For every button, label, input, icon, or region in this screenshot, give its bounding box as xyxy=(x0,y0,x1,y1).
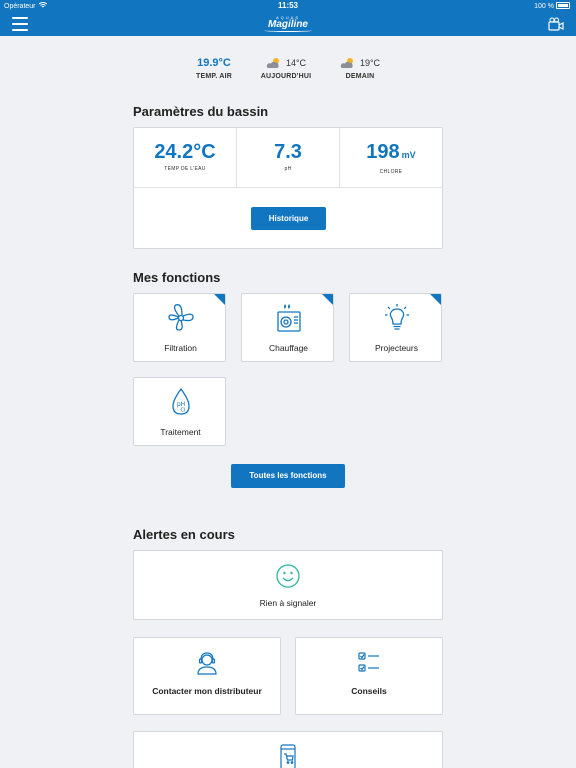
today-temp-value: 14°C xyxy=(285,58,307,68)
status-bar: Opérateur 11:53 100 % xyxy=(0,0,576,12)
tomorrow-temp-value: 19°C xyxy=(359,58,381,68)
contact-distributor-label: Contacter mon distributeur xyxy=(152,686,262,696)
svg-text:Cl: Cl xyxy=(180,408,185,414)
ph-drop-icon: pH Cl xyxy=(171,387,190,415)
alert-status-text: Rien à signaler xyxy=(259,598,317,608)
tomorrow-label: DEMAIN xyxy=(345,73,375,80)
alerts-section-title: Alertes en cours xyxy=(133,527,235,542)
magiline-logo: AQUAS Magiline xyxy=(258,15,318,33)
chlorine-level: 198 mV CHLORE xyxy=(340,128,442,187)
water-temp-value: 24.2°C xyxy=(154,141,216,163)
alert-status-card: Rien à signaler xyxy=(133,550,443,620)
shop-card[interactable] xyxy=(133,731,443,768)
water-temp-label: TEMP DE L'EAU xyxy=(164,166,206,172)
smiley-icon xyxy=(276,564,300,588)
heater-icon xyxy=(276,304,301,332)
air-temp-value: 19.9°C xyxy=(197,57,231,69)
lightbulb-icon xyxy=(384,304,409,330)
water-temperature: 24.2°C TEMP DE L'EAU xyxy=(134,128,237,187)
support-agent-icon xyxy=(197,652,217,675)
navigation-bar: AQUAS Magiline xyxy=(0,12,576,36)
all-functions-button[interactable]: Toutes les fonctions xyxy=(231,464,345,488)
chlorine-label: CHLORE xyxy=(379,169,403,175)
projecteurs-label: Projecteurs xyxy=(375,343,418,353)
partly-cloudy-icon xyxy=(266,58,279,68)
chlorine-value: 198 mV xyxy=(366,141,416,163)
battery-icon xyxy=(556,2,570,9)
checklist-icon xyxy=(358,652,379,672)
params-section-title: Paramètres du bassin xyxy=(133,104,269,119)
function-projecteurs[interactable]: Projecteurs xyxy=(349,293,442,362)
pool-parameters-card: 24.2°C TEMP DE L'EAU 7.3 pH 198 mV CHLORE… xyxy=(133,127,443,249)
history-button[interactable]: Historique xyxy=(251,207,326,230)
filtration-label: Filtration xyxy=(164,343,197,353)
battery-indicator: 100 % xyxy=(534,2,570,10)
chlorine-unit: mV xyxy=(401,150,416,160)
advice-label: Conseils xyxy=(351,686,387,696)
ph-level: 7.3 pH xyxy=(237,128,340,187)
weather-today: 14°C AUJOURD'HUI xyxy=(256,56,316,86)
today-label: AUJOURD'HUI xyxy=(260,73,312,80)
weather-tomorrow: 19°C DEMAIN xyxy=(330,56,390,86)
contact-distributor-button[interactable]: Contacter mon distributeur xyxy=(133,637,281,715)
clock: 11:53 xyxy=(277,1,299,10)
chauffage-label: Chauffage xyxy=(268,343,309,353)
ph-label: pH xyxy=(284,166,292,172)
partly-cloudy-icon xyxy=(340,58,353,68)
hamburger-menu-icon[interactable] xyxy=(12,17,28,31)
function-traitement[interactable]: pH Cl Traitement xyxy=(133,377,226,446)
function-chauffage[interactable]: Chauffage xyxy=(241,293,334,362)
ph-value: 7.3 xyxy=(274,141,302,163)
video-camera-icon[interactable] xyxy=(548,17,564,36)
function-filtration[interactable]: Filtration xyxy=(133,293,226,362)
advice-button[interactable]: Conseils xyxy=(295,637,443,715)
fan-icon xyxy=(167,304,194,331)
functions-section-title: Mes fonctions xyxy=(133,270,221,285)
traitement-label: Traitement xyxy=(160,427,201,437)
mobile-cart-icon xyxy=(280,744,296,768)
air-temperature: 19.9°C TEMP. AIR xyxy=(186,56,242,86)
air-temp-label: TEMP. AIR xyxy=(195,73,233,80)
